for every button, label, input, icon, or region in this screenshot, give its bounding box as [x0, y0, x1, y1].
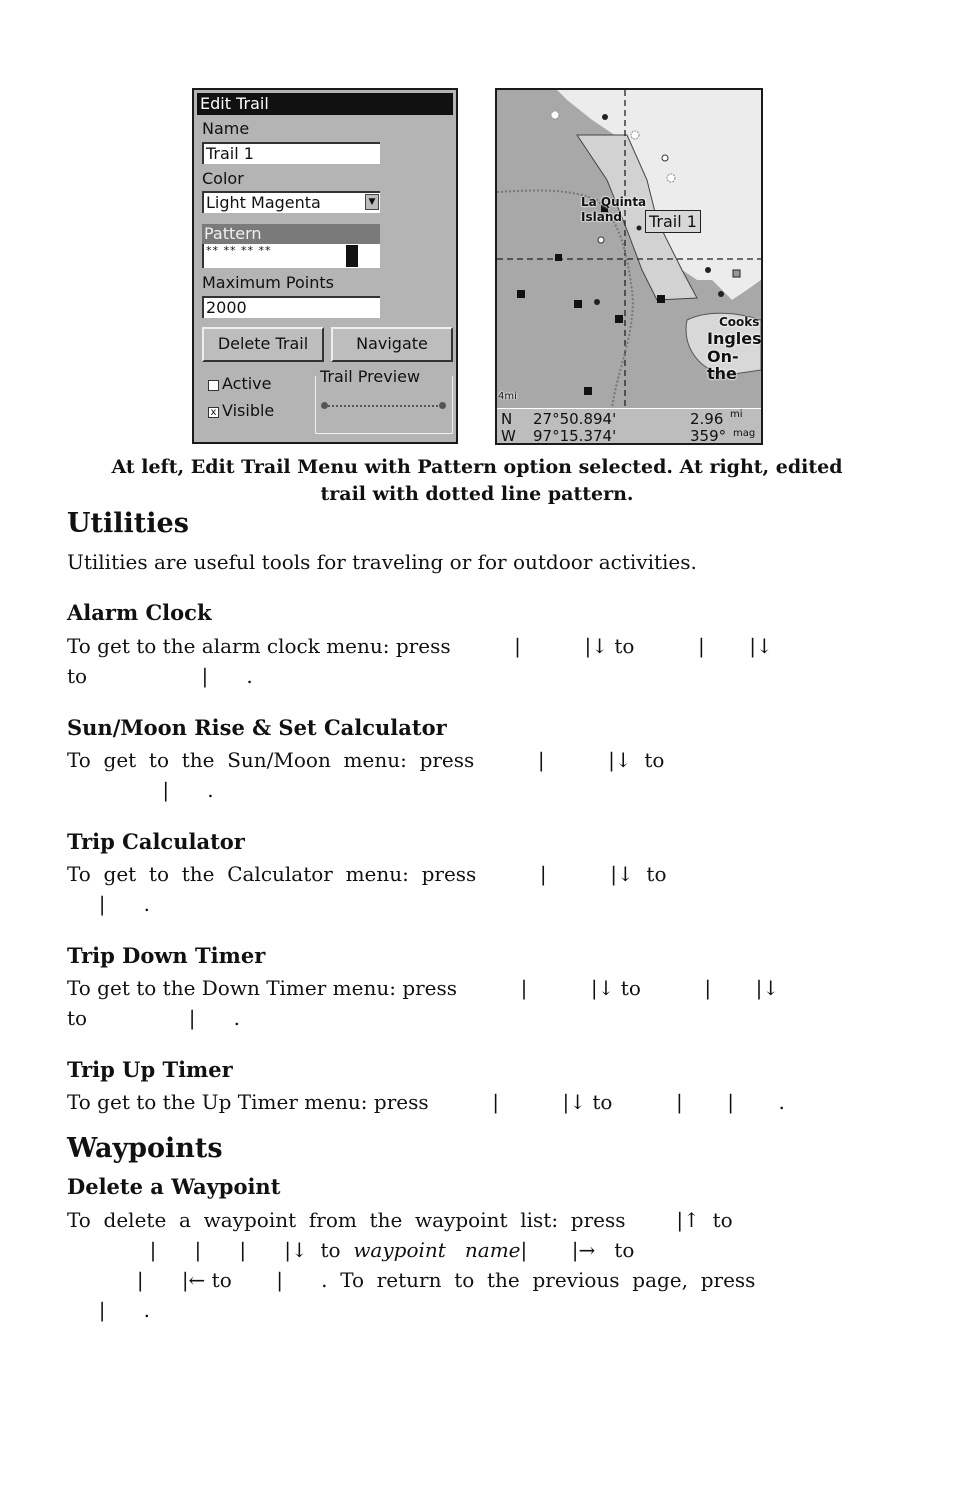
place-label: Cooks	[719, 315, 760, 329]
color-value: Light Magenta	[206, 193, 321, 212]
section-heading-utilities: Utilities	[67, 508, 189, 539]
poi-marker	[718, 291, 724, 297]
poi-marker	[550, 110, 560, 120]
lon-hemisphere: W	[501, 427, 516, 445]
heading-sun-moon: Sun/Moon Rise & Set Calculator	[67, 715, 447, 740]
max-points-label: Maximum Points	[202, 273, 334, 292]
color-label: Color	[202, 169, 244, 188]
name-label: Name	[202, 119, 250, 138]
place-label: Island	[581, 210, 622, 224]
alarm-text-line-2: to | .	[67, 664, 253, 688]
waypoint-marker	[574, 300, 582, 308]
poi-marker	[666, 173, 676, 183]
map-scale: 4mi	[498, 391, 517, 402]
poi-marker	[705, 267, 711, 273]
max-points-field[interactable]: 2000	[202, 296, 380, 318]
heading-trip-calculator: Trip Calculator	[67, 829, 245, 854]
map-screen[interactable]: Trail 1 La Quinta Island Cooks Inglesi O…	[495, 88, 763, 445]
up-timer-text-line-1: To get to the Up Timer menu: press | |↓ …	[67, 1090, 785, 1114]
poi-square	[732, 269, 741, 278]
waypoint-marker	[555, 254, 562, 261]
bearing-unit: mag	[733, 428, 756, 439]
trail-label: Trail 1	[645, 210, 701, 233]
heading-delete-waypoint: Delete a Waypoint	[67, 1174, 281, 1199]
pattern-cursor	[346, 245, 358, 267]
waypoint-marker	[615, 315, 623, 323]
place-label: La Quinta	[581, 195, 647, 209]
active-checkbox[interactable]	[208, 380, 219, 391]
place-label: Inglesi	[707, 329, 763, 348]
section-heading-waypoints: Waypoints	[67, 1133, 223, 1164]
visible-label: Visible	[222, 401, 275, 420]
sunmoon-text-line-1: To get to the Sun/Moon menu: press | |↓ …	[67, 748, 665, 772]
waypoint-name-italic: waypoint name	[353, 1238, 521, 1262]
trail-preview-label: Trail Preview	[319, 367, 422, 386]
calculator-text-line-2: | .	[67, 892, 151, 916]
delete-waypoint-line-3: | |← to | . To return to the previous pa…	[67, 1268, 756, 1292]
figure-caption: At left, Edit Trail Menu with Pattern op…	[60, 454, 894, 508]
caption-line-2: trail with dotted line pattern.	[320, 483, 634, 505]
down-timer-text-line-1: To get to the Down Timer menu: press | |…	[67, 976, 780, 1000]
poi-marker	[630, 130, 640, 140]
waypoint-marker	[517, 290, 525, 298]
map-status-bar: N 27°50.894' W 97°15.374' 2.96 mi 359° m…	[497, 408, 761, 445]
edit-trail-title: Edit Trail	[197, 93, 453, 115]
heading-alarm-clock: Alarm Clock	[67, 600, 212, 625]
poi-marker	[594, 299, 600, 305]
poi-marker	[602, 114, 608, 120]
longitude: 97°15.374'	[533, 427, 617, 445]
trail-preview-end-dot	[439, 402, 446, 409]
delete-waypoint-line-1: To delete a waypoint from the waypoint l…	[67, 1208, 733, 1232]
name-field[interactable]: Trail 1	[202, 142, 380, 164]
poi-marker	[661, 154, 669, 162]
heading-trip-down-timer: Trip Down Timer	[67, 943, 266, 968]
alarm-text-line-1: To get to the alarm clock menu: press | …	[67, 634, 773, 658]
delete-waypoint-line-2: | | | |↓ to waypoint name| |→ to	[67, 1238, 635, 1262]
active-label: Active	[222, 374, 272, 393]
lat-hemisphere: N	[501, 410, 513, 428]
navigate-button[interactable]: Navigate	[331, 327, 453, 362]
visible-checkbox[interactable]: x	[208, 407, 219, 418]
edit-trail-screen: Edit Trail Name Trail 1 Color Light Mage…	[192, 88, 458, 444]
utilities-intro: Utilities are useful tools for traveling…	[67, 550, 697, 574]
color-select[interactable]: Light Magenta ▼	[202, 191, 380, 213]
delete-trail-button[interactable]: Delete Trail	[202, 327, 324, 362]
waypoint-marker	[657, 295, 665, 303]
trail-preview-start-dot	[321, 402, 328, 409]
sunmoon-text-line-2: | .	[67, 778, 214, 802]
poi-marker	[597, 236, 605, 244]
latitude: 27°50.894'	[533, 410, 617, 428]
delete-waypoint-line-2b: | |→ to	[520, 1238, 635, 1262]
chevron-down-icon[interactable]: ▼	[365, 194, 379, 210]
heading-trip-up-timer: Trip Up Timer	[67, 1057, 233, 1082]
poi-marker	[636, 225, 642, 231]
delete-waypoint-line-4: | .	[67, 1298, 151, 1322]
delete-waypoint-line-2a: | | | |↓ to	[67, 1238, 354, 1262]
distance: 2.96	[690, 410, 724, 428]
calculator-text-line-1: To get to the Calculator menu: press | |…	[67, 862, 667, 886]
caption-line-1: At left, Edit Trail Menu with Pattern op…	[111, 456, 843, 478]
down-timer-text-line-2: to | .	[67, 1006, 241, 1030]
trail-preview-line	[324, 405, 442, 407]
place-label: On-the	[707, 347, 739, 383]
pattern-label: Pattern	[202, 224, 380, 244]
bearing: 359°	[690, 427, 727, 445]
waypoint-marker	[584, 387, 592, 395]
distance-unit: mi	[730, 409, 743, 420]
